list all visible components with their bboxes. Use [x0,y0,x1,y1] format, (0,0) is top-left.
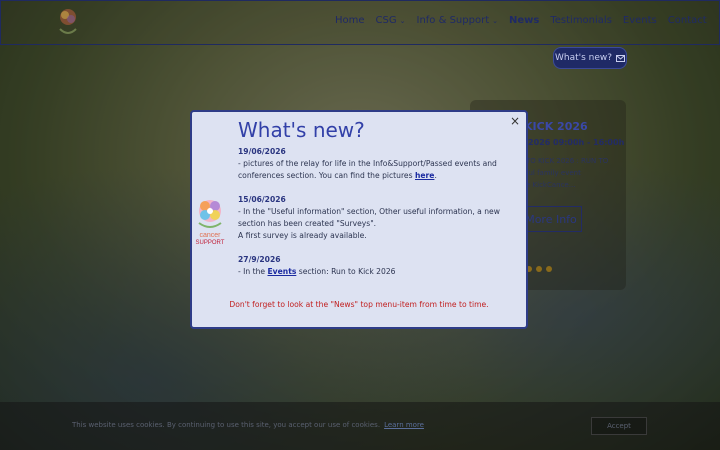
event-card-text: TO KICK 2026 : RUN TO ful family event e… [526,155,616,191]
whats-new-button[interactable]: What's new? [553,47,627,69]
event-card-title: KICK 2026 [524,120,588,133]
event-card-line: e KickCance... [526,181,576,189]
entry-text-line2: A first survey is already available. [238,231,367,240]
news-entry: 19/06/2026 - pictures of the relay for l… [238,146,523,182]
whats-new-label: What's new? [554,53,613,63]
nav-label: Home [335,15,365,26]
news-entries: 19/06/2026 - pictures of the relay for l… [238,146,523,290]
chevron-down-icon: ⌄ [492,17,498,25]
cookie-bar: This website uses cookies. By continuing… [0,402,720,450]
entry-text: - In the "Useful information" section, O… [238,207,500,228]
chevron-down-icon: ⌄ [399,17,406,25]
carousel-dot[interactable] [546,266,552,272]
entry-text-part: - In the [238,267,268,276]
whats-new-modal: × cancer SUPPORT What's new? 19/06/2026 … [190,110,528,329]
nav-item-info-support[interactable]: Info & Support ⌄ [417,15,499,26]
entry-date: 19/06/2026 [238,147,286,156]
event-card-date: 2026 09:00h - 16:00h [528,138,625,147]
nav-label: Info & Support [416,15,490,26]
learn-more-link[interactable]: Learn more [384,421,424,429]
nav-label: Events [622,15,657,26]
nav-label: News [509,15,540,26]
main-nav: Home CSG ⌄ Info & Support ⌄ News Testimoni… [335,15,718,26]
here-link[interactable]: here [415,171,434,180]
entry-text-part: section: Run to Kick 2026 [296,267,396,276]
news-entry: 27/9/2026 - In the Events section: Run t… [238,254,523,278]
entry-text-part: . [434,171,437,180]
entry-date: 15/06/2026 [238,195,286,204]
site-header: Home CSG ⌄ Info & Support ⌄ News Testimoni… [0,0,720,45]
cookie-text: This website uses cookies. By continuing… [72,421,424,429]
nav-item-contact[interactable]: Contact [668,15,707,26]
nav-item-home[interactable]: Home [335,15,365,26]
entry-text: - pictures of the relay for life in the … [238,158,523,182]
nav-item-testimonials[interactable]: Testimonials [550,15,612,26]
cookie-message: This website uses cookies. By continuing… [72,421,381,429]
modal-title: What's new? [238,118,365,142]
nav-label: CSG [375,15,397,26]
logo-word-support: SUPPORT [196,240,225,246]
site-logo[interactable] [55,5,81,39]
news-entry: 15/06/2026 - In the "Useful information"… [238,194,523,242]
cancer-support-logo: cancer SUPPORT [196,200,225,246]
carousel-dot[interactable] [536,266,542,272]
entry-date: 27/9/2026 [238,255,281,264]
event-card-line: TO KICK 2026 : RUN TO [526,157,609,165]
nav-label: Contact [667,15,707,26]
more-info-button[interactable]: More Info [520,206,582,232]
close-icon[interactable]: × [508,114,522,128]
mail-icon [616,54,626,62]
nav-label: Testimonials [550,15,612,26]
entry-text-part: - pictures of the relay for life in the … [238,159,497,180]
entry-text: - In the Events section: Run to Kick 202… [238,266,523,278]
nav-item-events[interactable]: Events [623,15,657,26]
accept-cookies-button[interactable]: Accept [591,417,647,435]
nav-item-news[interactable]: News [509,15,539,26]
modal-reminder: Don't forget to look at the "News" top m… [229,300,489,309]
event-card-line: ful family event [526,169,581,177]
logo-word-cancer: cancer [199,232,221,239]
events-link[interactable]: Events [268,267,297,276]
nav-item-csg[interactable]: CSG ⌄ [376,15,406,26]
